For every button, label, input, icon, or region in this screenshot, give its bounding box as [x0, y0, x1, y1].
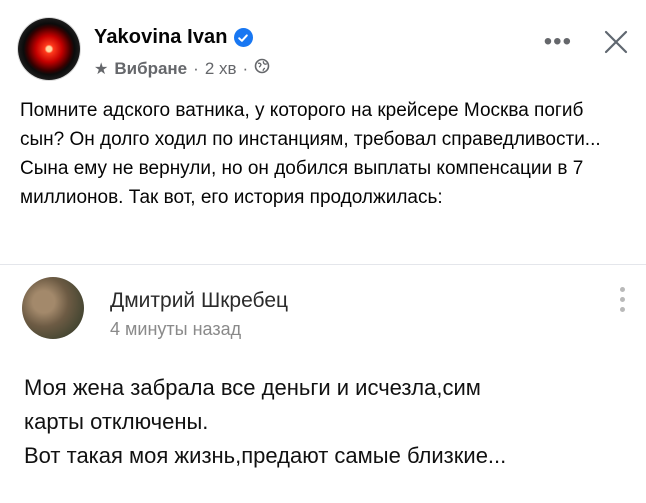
- post-text: Помните адского ватника, у которого на к…: [20, 100, 601, 208]
- meta-separator: ·: [242, 58, 249, 78]
- verified-badge-icon: [233, 28, 253, 47]
- commenter-name[interactable]: Дмитрий Шкребец: [110, 289, 288, 313]
- star-icon: ★: [94, 60, 109, 78]
- close-icon[interactable]: [600, 26, 632, 58]
- comment-more-icon[interactable]: [618, 287, 626, 321]
- commenter-avatar[interactable]: [22, 277, 84, 339]
- post-header: Yakovina Ivan ★ Вибране · 2 хв · •••: [18, 14, 646, 84]
- author-avatar[interactable]: [18, 18, 80, 80]
- author-line: Yakovina Ivan: [94, 26, 253, 49]
- more-options-button[interactable]: •••: [544, 28, 572, 56]
- post-time[interactable]: 2 хв: [205, 59, 237, 79]
- author-name[interactable]: Yakovina Ivan: [94, 26, 228, 49]
- comment-time: 4 минуты назад: [110, 319, 242, 339]
- embedded-comment: Дмитрий Шкребец 4 минуты назад Моя жена …: [0, 264, 646, 503]
- comment-line: карты отключены.: [24, 409, 209, 434]
- comment-line: Вот такая моя жизнь,предают самые близки…: [24, 443, 507, 468]
- comment-line: Моя жена забрала все деньги и исчезла,си…: [24, 375, 481, 400]
- meta-separator: ·: [193, 58, 199, 78]
- feed-label[interactable]: Вибране: [114, 59, 187, 79]
- globe-icon: [254, 58, 270, 79]
- comment-text: Моя жена забрала все деньги и исчезла,си…: [24, 371, 624, 473]
- post-meta: ★ Вибране · 2 хв ·: [94, 58, 270, 79]
